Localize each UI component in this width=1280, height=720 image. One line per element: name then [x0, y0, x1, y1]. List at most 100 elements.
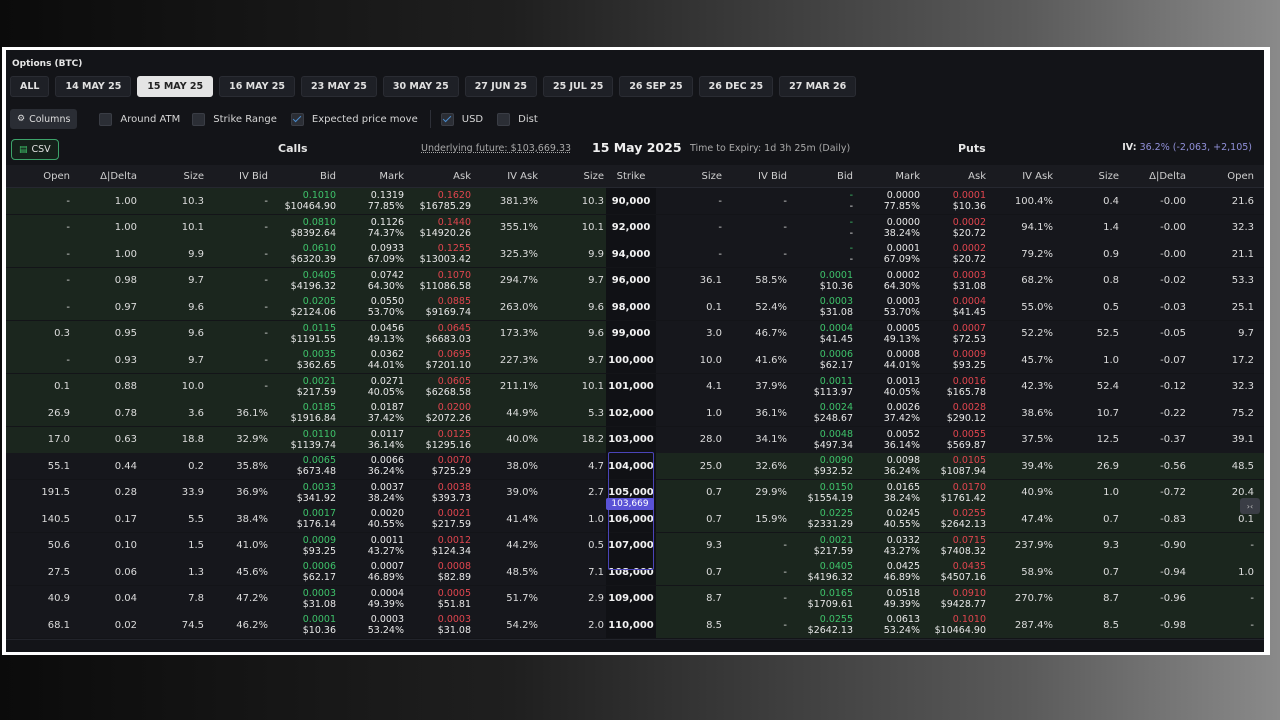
call-ask-usd: $51.81 [437, 598, 471, 610]
column-header[interactable]: Size [144, 165, 204, 187]
call-mark-iv: 64.30% [367, 280, 404, 292]
table-row[interactable]: 27.5 0.06 1.3 45.6% 0.0006 $62.17 0.0007 46.89%… [6, 559, 1264, 587]
put-ask: 0.0055 [952, 428, 986, 440]
call-delta: 0.04 [114, 593, 137, 604]
around-atm-toggle[interactable]: Around ATM [99, 112, 180, 126]
column-header[interactable]: IV Bid [727, 165, 787, 187]
tab-expiry[interactable]: 14 MAY 25 [55, 76, 132, 97]
column-header[interactable]: IV Ask [989, 165, 1053, 187]
call-ask-usd: $14920.26 [419, 227, 471, 239]
call-mark: 0.0066 [370, 455, 404, 466]
call-iv-ask: 227.3% [499, 354, 538, 366]
column-header[interactable]: IV Ask [474, 165, 538, 187]
put-delta: -0.02 [1160, 275, 1186, 286]
table-row[interactable]: 68.1 0.02 74.5 46.2% 0.0001 $10.36 0.0003 53.24… [6, 612, 1264, 640]
call-mark: 0.0550 [370, 296, 404, 307]
table-row[interactable]: 140.5 0.17 5.5 38.4% 0.0017 $176.14 0.0020 40.5… [6, 506, 1264, 534]
put-ask-size: 0.4 [1103, 195, 1119, 207]
table-row[interactable]: 26.9 0.78 3.6 36.1% 0.0185 $1916.84 0.0187 37.4… [6, 400, 1264, 428]
tab-expiry[interactable]: 27 JUN 25 [464, 76, 537, 97]
table-row[interactable]: 0.1 0.88 10.0-0.0021 $217.59 0.0271 40.05% 0.0… [6, 373, 1264, 401]
put-ask-size: 0.7 [1103, 566, 1119, 578]
put-size: 36.1 [699, 275, 722, 286]
usd-toggle[interactable]: USD [440, 112, 483, 126]
call-bid: 0.0035 [302, 349, 336, 360]
iv-summary: IV: 36.2% (-2,063, +2,105) [1122, 142, 1252, 153]
tab-expiry[interactable]: 23 MAY 25 [301, 76, 377, 97]
column-header[interactable]: Mark [338, 165, 404, 187]
column-header[interactable]: Bid [270, 165, 336, 187]
strike-range-toggle[interactable]: Strike Range [192, 112, 277, 126]
table-row[interactable]: - 1.00 10.1 - 0.0810 $8392.64 0.1126 74.37% 0.14… [6, 214, 1264, 242]
collapse-icon[interactable]: ›‹ [1240, 498, 1260, 514]
put-iv-ask: 47.4% [1021, 513, 1053, 525]
call-ask-usd: $1295.16 [425, 439, 471, 451]
tab-expiry[interactable]: ALL [10, 76, 50, 97]
call-ask: 0.0885 [437, 296, 471, 307]
put-ask: 0.0002 [952, 216, 986, 228]
table-row[interactable]: -0.97 9.6-0.0205 $2124.06 0.0550 53.70% 0.088… [6, 294, 1264, 322]
put-open: 21.6 [1231, 195, 1254, 207]
call-bid: 0.0115 [302, 322, 336, 334]
tab-expiry[interactable]: 27 MAR 26 [779, 76, 857, 97]
put-mark: 0.0000 [886, 216, 920, 228]
column-header[interactable]: Δ|Delta [1126, 165, 1186, 187]
column-header[interactable]: Open [1194, 165, 1254, 187]
column-header[interactable]: Ask [922, 165, 986, 187]
put-iv-ask: 270.7% [1014, 593, 1053, 604]
column-header[interactable]: Size [662, 165, 722, 187]
put-size: - [718, 248, 722, 260]
column-header[interactable]: Mark [856, 165, 920, 187]
put-bid: 0.0021 [819, 534, 853, 546]
table-row[interactable]: 40.9 0.04 7.8 47.2% 0.0003 $31.08 0.0004 49.39%… [6, 585, 1264, 613]
put-bid: 0.0006 [819, 349, 853, 360]
put-open: 75.2 [1231, 407, 1254, 419]
table-row[interactable]: 0.3 0.95 9.6-0.0115 $1191.55 0.0456 49.13% 0.0… [6, 320, 1264, 348]
put-bid: 0.0004 [819, 322, 853, 334]
column-header[interactable]: Open [10, 165, 70, 187]
columns-button[interactable]: ⚙ Columns [10, 109, 78, 129]
table-row[interactable]: -1.00 9.9-0.0610 $6320.39 0.0933 67.09% 0.125… [6, 241, 1264, 269]
call-iv-ask: 263.0% [499, 301, 538, 313]
put-bid-usd: $248.67 [813, 413, 853, 424]
table-row[interactable]: -1.00 10.3-0.1010 $10464.90 0.1319 77.85% 0.1… [6, 188, 1264, 216]
call-ask-size: 10.1 [581, 222, 604, 233]
column-header[interactable]: Ask [405, 165, 471, 187]
put-iv-bid: - [783, 566, 787, 578]
csv-button[interactable]: ▤ CSV [11, 139, 59, 160]
put-bid: 0.0003 [819, 296, 853, 307]
table-row[interactable]: 17.0 0.63 18.8 32.9% 0.0110 $1139.74 0.0117 36.… [6, 426, 1264, 454]
strike-price: 100,000 [608, 354, 654, 366]
table-row[interactable]: 50.6 0.10 1.5 41.0% 0.0009 $93.25 0.0011 43.27%… [6, 532, 1264, 560]
column-header[interactable]: Size [546, 165, 604, 187]
tab-expiry[interactable]: 26 SEP 25 [619, 76, 693, 97]
column-header[interactable]: Size [1059, 165, 1119, 187]
put-ask-size: 8.7 [1103, 593, 1119, 604]
table-row[interactable]: 55.1 0.44 0.2 35.8% 0.0065 $673.48 0.0066 36.24… [6, 453, 1264, 481]
call-delta: 0.97 [114, 301, 137, 313]
expected-move-toggle[interactable]: Expected price move [290, 112, 418, 126]
tab-expiry[interactable]: 15 MAY 25 [137, 76, 214, 97]
tab-expiry[interactable]: 16 MAY 25 [219, 76, 295, 97]
table-row[interactable]: -0.98 9.7-0.0405 $4196.32 0.0742 64.30% 0.107… [6, 267, 1264, 295]
tab-expiry[interactable]: 26 DEC 25 [698, 76, 774, 97]
tab-expiry[interactable]: 25 JUL 25 [542, 76, 614, 97]
put-ask-usd: $4507.16 [940, 572, 986, 583]
call-iv-ask: 325.3% [499, 248, 538, 260]
put-bid-usd: $2331.29 [807, 519, 853, 530]
column-header[interactable]: Bid [789, 165, 853, 187]
tab-expiry[interactable]: 30 MAY 25 [382, 76, 459, 97]
put-delta: -0.07 [1160, 354, 1186, 366]
call-mark: 0.0020 [370, 508, 404, 519]
dist-toggle[interactable]: Dist [497, 112, 538, 126]
column-header[interactable]: Δ|Delta [77, 165, 137, 187]
put-open: - [1250, 593, 1254, 604]
table-row[interactable]: -0.93 9.7-0.0035 $362.65 0.0362 44.01% 0.0695… [6, 347, 1264, 375]
call-mark: 0.1319 [370, 190, 404, 201]
column-header[interactable]: IV Bid [208, 165, 268, 187]
put-mark-iv: 49.13% [883, 333, 920, 345]
column-header[interactable]: Strike [606, 165, 656, 187]
put-ask-size: 8.5 [1103, 619, 1119, 631]
put-ask-usd: $2642.13 [940, 519, 986, 530]
put-bid: 0.0165 [819, 587, 853, 599]
